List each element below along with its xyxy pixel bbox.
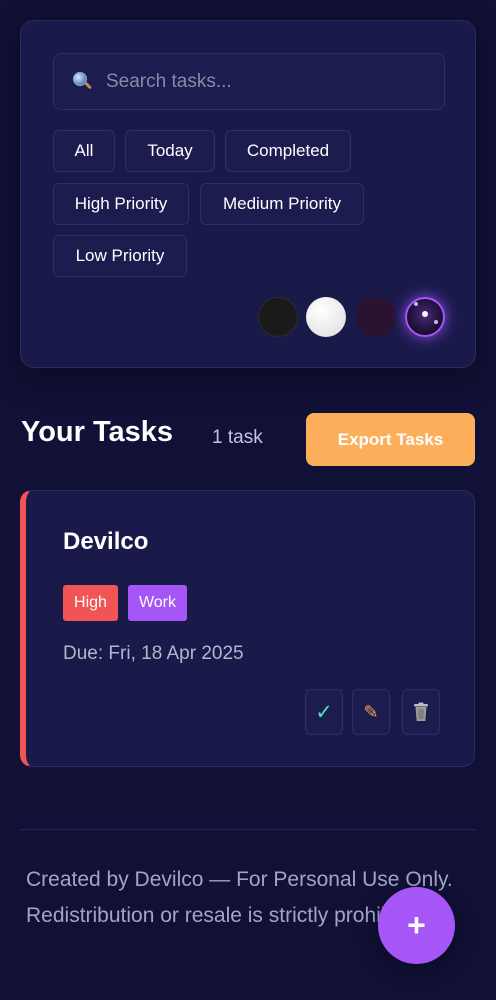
magnifier-icon bbox=[72, 71, 92, 92]
star-icon bbox=[414, 302, 418, 306]
complete-task-button[interactable]: ✓ bbox=[305, 689, 343, 735]
search-input[interactable] bbox=[106, 70, 406, 93]
star-icon bbox=[434, 320, 438, 324]
pencil-icon: ✎ bbox=[363, 701, 379, 722]
filter-panel: All Today Completed High Priority Medium… bbox=[20, 20, 476, 368]
add-task-button[interactable]: + bbox=[378, 887, 455, 964]
tasks-heading: Your Tasks bbox=[21, 416, 174, 448]
filter-low-priority[interactable]: Low Priority bbox=[53, 235, 187, 277]
filter-today[interactable]: Today bbox=[125, 130, 215, 172]
theme-light-swatch[interactable] bbox=[306, 297, 346, 337]
filter-completed[interactable]: Completed bbox=[225, 130, 351, 172]
search-box[interactable] bbox=[53, 53, 445, 110]
filter-medium-priority[interactable]: Medium Priority bbox=[200, 183, 364, 225]
priority-badge: High bbox=[63, 585, 118, 621]
delete-task-button[interactable] bbox=[402, 689, 440, 735]
theme-galaxy-swatch[interactable] bbox=[405, 297, 445, 337]
edit-task-button[interactable]: ✎ bbox=[352, 689, 390, 735]
export-tasks-button[interactable]: Export Tasks bbox=[306, 413, 475, 466]
footer-divider bbox=[20, 829, 476, 830]
theme-dark-swatch[interactable] bbox=[258, 297, 298, 337]
task-title: Devilco bbox=[63, 528, 149, 555]
checkmark-icon: ✓ bbox=[315, 700, 333, 724]
category-badge: Work bbox=[128, 585, 187, 621]
due-date: Due: Fri, 18 Apr 2025 bbox=[63, 643, 244, 664]
star-icon bbox=[422, 311, 428, 317]
task-card[interactable]: Devilco High Work Due: Fri, 18 Apr 2025 … bbox=[20, 490, 475, 767]
task-count: 1 task bbox=[212, 427, 263, 448]
theme-wine-swatch[interactable] bbox=[356, 297, 396, 337]
trash-icon bbox=[414, 702, 428, 721]
filter-high-priority[interactable]: High Priority bbox=[53, 183, 189, 225]
filter-all[interactable]: All bbox=[53, 130, 115, 172]
